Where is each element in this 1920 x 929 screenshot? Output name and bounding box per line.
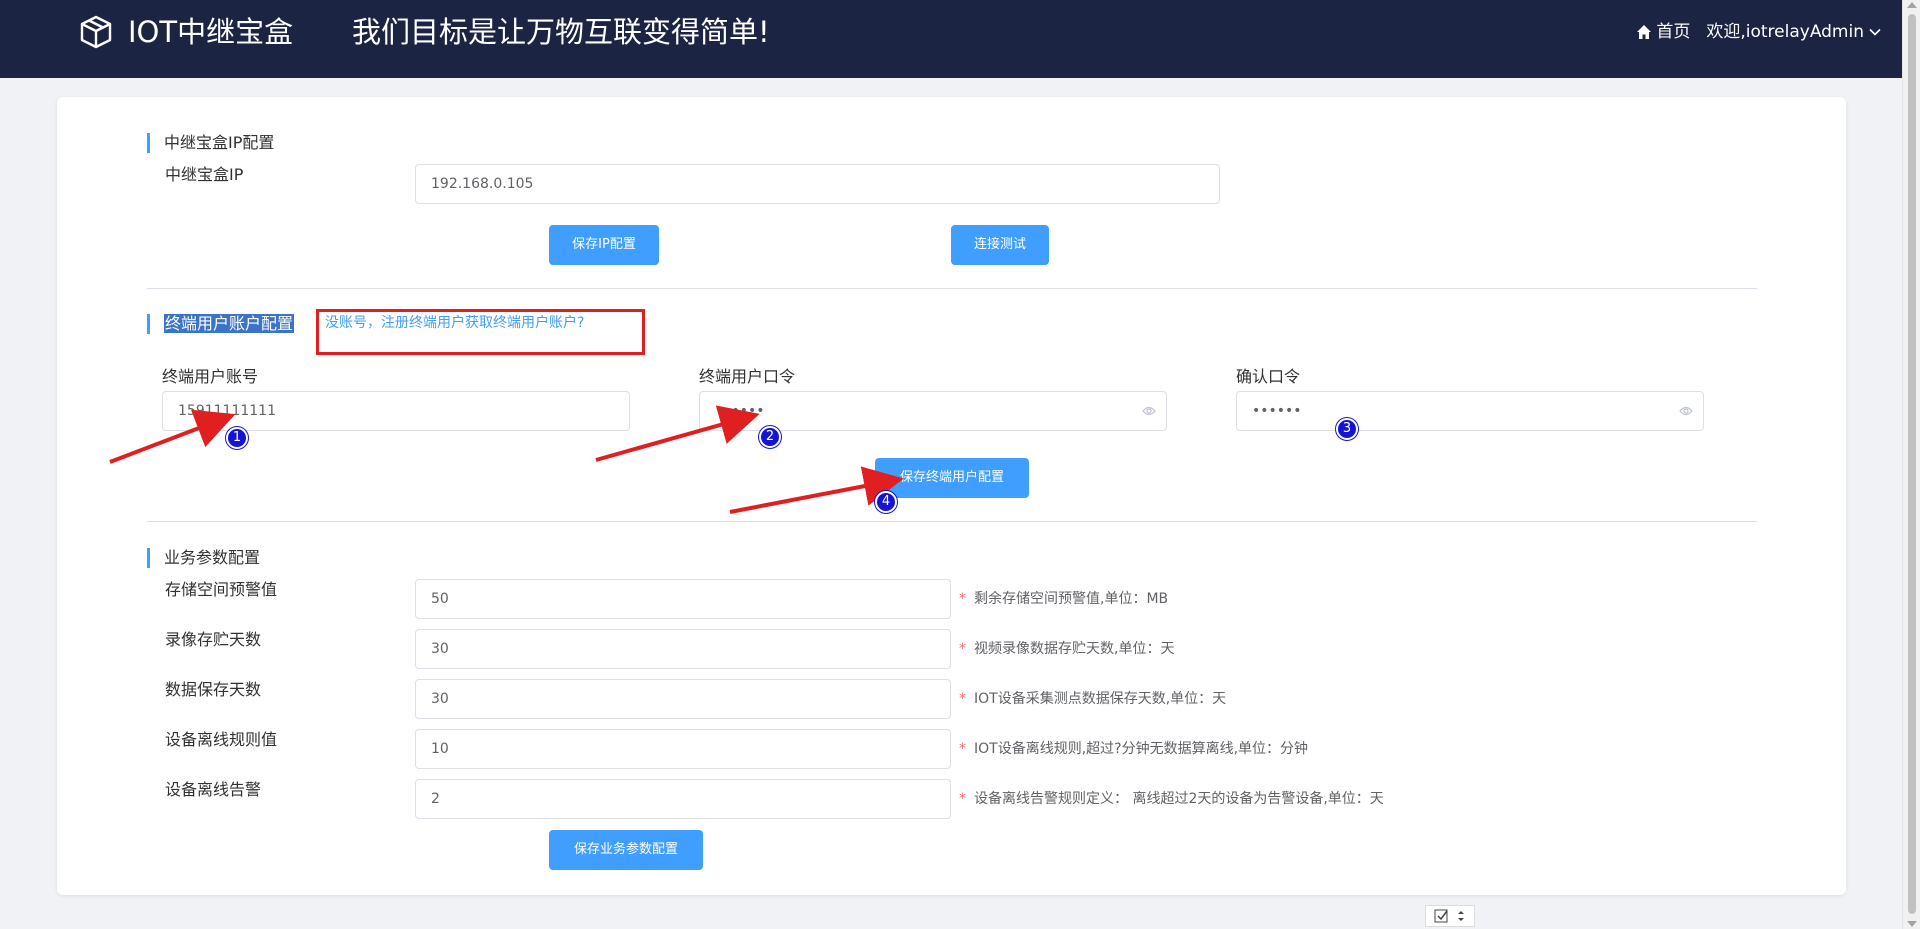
app-name: IOT中继宝盒 bbox=[128, 15, 294, 49]
password-input[interactable]: •••••• bbox=[699, 391, 1167, 431]
home-link[interactable]: 首页 bbox=[1636, 20, 1690, 44]
annotation-badge-3: 3 bbox=[1336, 418, 1358, 440]
storage-warning-label: 存储空间预警值 bbox=[165, 580, 278, 599]
ip-input[interactable]: 192.168.0.105 bbox=[415, 164, 1220, 204]
data-days-hint: * IOT设备采集测点数据保存天数,单位：天 bbox=[959, 691, 1227, 707]
clipboard-widget[interactable] bbox=[1425, 905, 1475, 927]
eye-icon[interactable] bbox=[1679, 405, 1693, 417]
scroll-thumb[interactable] bbox=[1908, 14, 1916, 914]
save-account-button[interactable]: 保存终端用户配置 bbox=[875, 458, 1029, 498]
offline-rule-label: 设备离线规则值 bbox=[165, 730, 278, 749]
chevron-down-icon bbox=[1869, 28, 1881, 36]
storage-warning-input[interactable]: 50 bbox=[415, 579, 951, 619]
checkbox-icon bbox=[1434, 909, 1448, 923]
video-days-label: 录像存贮天数 bbox=[165, 630, 262, 649]
ip-label: 中继宝盒IP bbox=[165, 165, 244, 184]
top-header: IOT中继宝盒 我们目标是让万物互联变得简单! 首页 欢迎,iotrelayAd… bbox=[0, 0, 1902, 78]
scroll-up-arrow-icon[interactable] bbox=[1907, 2, 1917, 8]
data-days-input[interactable]: 30 bbox=[415, 679, 951, 719]
video-days-input[interactable]: 30 bbox=[415, 629, 951, 669]
confirm-password-label: 确认口令 bbox=[1236, 367, 1301, 386]
account-section-title: 终端用户账户配置 bbox=[147, 314, 295, 334]
storage-warning-hint: * 剩余存储空间预警值,单位：MB bbox=[959, 591, 1169, 607]
up-down-icon bbox=[1458, 911, 1464, 921]
confirm-password-value: •••••• bbox=[1252, 403, 1302, 419]
offline-rule-hint: * IOT设备离线规则,超过?分钟无数据算离线,单位：分钟 bbox=[959, 741, 1309, 757]
password-value: •••••• bbox=[715, 403, 765, 419]
offline-alarm-label: 设备离线告警 bbox=[165, 780, 262, 799]
scroll-down-arrow-icon[interactable] bbox=[1907, 921, 1917, 927]
ip-section-title: 中继宝盒IP配置 bbox=[147, 133, 274, 153]
home-icon bbox=[1637, 25, 1652, 39]
slogan: 我们目标是让万物互联变得简单! bbox=[352, 15, 770, 49]
annotation-badge-1: 1 bbox=[226, 427, 248, 449]
offline-alarm-hint: * 设备离线告警规则定义： 离线超过2天的设备为告警设备,单位：天 bbox=[959, 791, 1384, 807]
save-business-button[interactable]: 保存业务参数配置 bbox=[549, 830, 703, 870]
offline-rule-input[interactable]: 10 bbox=[415, 729, 951, 769]
user-menu[interactable]: 欢迎,iotrelayAdmin bbox=[1706, 20, 1882, 44]
data-days-label: 数据保存天数 bbox=[165, 680, 262, 699]
password-label: 终端用户口令 bbox=[699, 367, 796, 386]
vertical-scrollbar[interactable] bbox=[1902, 0, 1920, 929]
annotation-badge-4: 4 bbox=[875, 491, 897, 513]
divider bbox=[147, 288, 1757, 289]
user-label: 欢迎,iotrelayAdmin bbox=[1706, 22, 1864, 42]
annotation-badge-2: 2 bbox=[759, 426, 781, 448]
home-label: 首页 bbox=[1656, 22, 1691, 42]
account-input[interactable]: 15911111111 bbox=[162, 391, 630, 431]
confirm-password-input[interactable]: •••••• bbox=[1236, 391, 1704, 431]
config-card: 中继宝盒IP配置 中继宝盒IP 192.168.0.105 保存IP配置 连接测… bbox=[57, 97, 1846, 895]
save-ip-button[interactable]: 保存IP配置 bbox=[549, 225, 659, 265]
offline-alarm-input[interactable]: 2 bbox=[415, 779, 951, 819]
video-days-hint: * 视频录像数据存贮天数,单位：天 bbox=[959, 641, 1175, 657]
divider bbox=[147, 521, 1757, 522]
annotation-highlight-box bbox=[316, 309, 645, 355]
cube-logo-icon bbox=[80, 15, 112, 49]
eye-icon[interactable] bbox=[1142, 405, 1156, 417]
account-label: 终端用户账号 bbox=[162, 367, 259, 386]
business-section-title: 业务参数配置 bbox=[147, 548, 260, 568]
connection-test-button[interactable]: 连接测试 bbox=[951, 225, 1049, 265]
